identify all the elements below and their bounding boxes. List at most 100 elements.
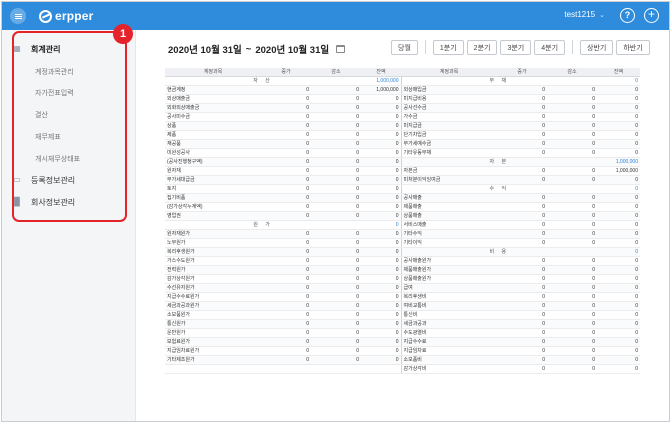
amount-cell: 0	[597, 193, 640, 203]
table-row: 수선유지원가 0 0 0 급여 0 0 0	[165, 283, 640, 293]
account-name-cell: 외화외상매출금	[165, 103, 261, 113]
amount-cell: 0	[547, 283, 597, 293]
chevron-down-icon: ⌄	[599, 11, 605, 19]
table-row: 복리후생원가 0 0 0 비 용0	[165, 247, 640, 257]
amount-cell: 0	[497, 238, 547, 248]
amount-cell: 0	[261, 130, 311, 140]
account-name-cell: 세금과공과	[400, 319, 497, 329]
amount-cell: 0	[547, 211, 597, 221]
first-half-button[interactable]: 상반기	[580, 40, 614, 55]
amount-cell: 0	[597, 76, 640, 86]
amount-cell: 0	[547, 175, 597, 185]
account-name-cell: 공사선수금	[400, 103, 497, 113]
table-row: 지급수수료원가 0 0 0 복리후생비 0 0 0	[165, 292, 640, 302]
amount-cell: 0	[597, 85, 640, 95]
account-name-cell: 외상매출금	[165, 94, 261, 104]
section-label: 원 가	[165, 220, 361, 230]
amount-cell: 0	[361, 337, 401, 347]
amount-cell: 0	[497, 166, 547, 176]
amount-cell: 0	[547, 319, 597, 329]
amount-cell: 0	[261, 103, 311, 113]
amount-cell: 0	[261, 202, 311, 212]
date-separator: ~	[245, 43, 252, 55]
amount-cell: 0	[597, 283, 640, 293]
amount-cell: 0	[361, 319, 401, 329]
account-name-cell: 자본금	[400, 166, 497, 176]
user-menu[interactable]: test1215 ⌄	[564, 10, 605, 19]
amount-cell	[361, 364, 401, 374]
second-half-button[interactable]: 하반기	[616, 40, 650, 55]
table-row: 보험료원가 0 0 0 지급수수료 0 0 0	[165, 337, 640, 347]
hamburger-menu-icon[interactable]	[10, 8, 26, 24]
amount-cell: 0	[597, 130, 640, 140]
amount-cell: 0	[261, 337, 311, 347]
section-label: 비 용	[400, 247, 597, 257]
q4-button[interactable]: 4분기	[534, 40, 566, 55]
amount-cell: 0	[597, 256, 640, 266]
amount-cell: 0	[497, 292, 547, 302]
amount-cell: 0	[261, 265, 311, 275]
amount-cell: 0	[311, 247, 361, 257]
question-circle-icon[interactable]: ?	[620, 8, 635, 23]
amount-cell: 0	[597, 139, 640, 149]
calendar-icon[interactable]	[336, 45, 346, 53]
amount-cell: 0	[547, 364, 597, 374]
q3-button[interactable]: 3분기	[500, 40, 532, 55]
account-name-cell: 지급임차료	[400, 346, 497, 356]
amount-cell: 0	[261, 283, 311, 293]
column-header: 잔액	[597, 68, 640, 77]
amount-cell: 0	[547, 274, 597, 284]
account-name-cell: 제품매출원가	[400, 265, 497, 275]
amount-cell: 0	[597, 265, 640, 275]
account-name-cell: 기타이익	[400, 238, 497, 248]
account-name-cell: 여비교통비	[400, 301, 497, 311]
amount-cell: 0	[497, 139, 547, 149]
account-name-cell: 소모품비	[400, 355, 497, 365]
top-bar: erpper test1215 ⌄ ? +	[2, 2, 669, 30]
amount-cell: 0	[497, 346, 547, 356]
column-header: 감소	[311, 68, 361, 77]
amount-cell: 0	[547, 265, 597, 275]
account-name-cell: 소모품원가	[165, 310, 261, 320]
amount-cell: 0	[597, 319, 640, 329]
account-name-cell: 제품	[165, 130, 261, 140]
q2-button[interactable]: 2분기	[466, 40, 498, 55]
current-month-button[interactable]: 당월	[391, 40, 418, 55]
amount-cell: 0	[311, 229, 361, 239]
amount-cell: 0	[361, 139, 401, 149]
amount-cell: 0	[261, 139, 311, 149]
account-name-cell: 감가상각비	[400, 364, 497, 374]
amount-cell: 0	[361, 346, 401, 356]
plus-circle-icon[interactable]: +	[644, 8, 659, 23]
q1-button[interactable]: 1분기	[432, 40, 464, 55]
account-name-cell: 단기차입금	[400, 130, 497, 140]
account-name-cell: 통신원가	[165, 319, 261, 329]
table-row: 부가세대급금 0 0 0 미처분이익잉여금 0 0 0	[165, 175, 640, 185]
amount-cell: 0	[497, 310, 547, 320]
column-header: 증가	[497, 68, 547, 77]
amount-cell: 0	[497, 220, 547, 230]
amount-cell: 0	[361, 256, 401, 266]
account-name-cell: 공사매출원가	[400, 256, 497, 266]
date-range[interactable]: 2020년 10월 31일 ~ 2020년 10월 31일	[168, 42, 346, 56]
amount-cell: 0	[311, 103, 361, 113]
app-logo[interactable]: erpper	[39, 7, 94, 25]
divider	[572, 40, 574, 54]
amount-cell: 0	[311, 139, 361, 149]
column-header: 계정과목	[401, 68, 497, 77]
amount-cell: 0	[547, 220, 597, 230]
amount-cell: 0	[261, 211, 311, 221]
amount-cell: 0	[261, 148, 311, 158]
amount-cell: 0	[547, 121, 597, 131]
amount-cell: 0	[597, 148, 640, 158]
amount-cell: 0	[361, 184, 401, 194]
amount-cell: 0	[597, 346, 640, 356]
amount-cell: 0	[361, 328, 401, 338]
amount-cell: 0	[597, 112, 640, 122]
amount-cell: 0	[311, 292, 361, 302]
amount-cell: 0	[547, 94, 597, 104]
amount-cell: 0	[497, 211, 547, 221]
amount-cell: 0	[311, 85, 361, 95]
column-header: 증가	[261, 68, 311, 77]
table-row: 감가상각비 0 0 0	[165, 364, 640, 374]
